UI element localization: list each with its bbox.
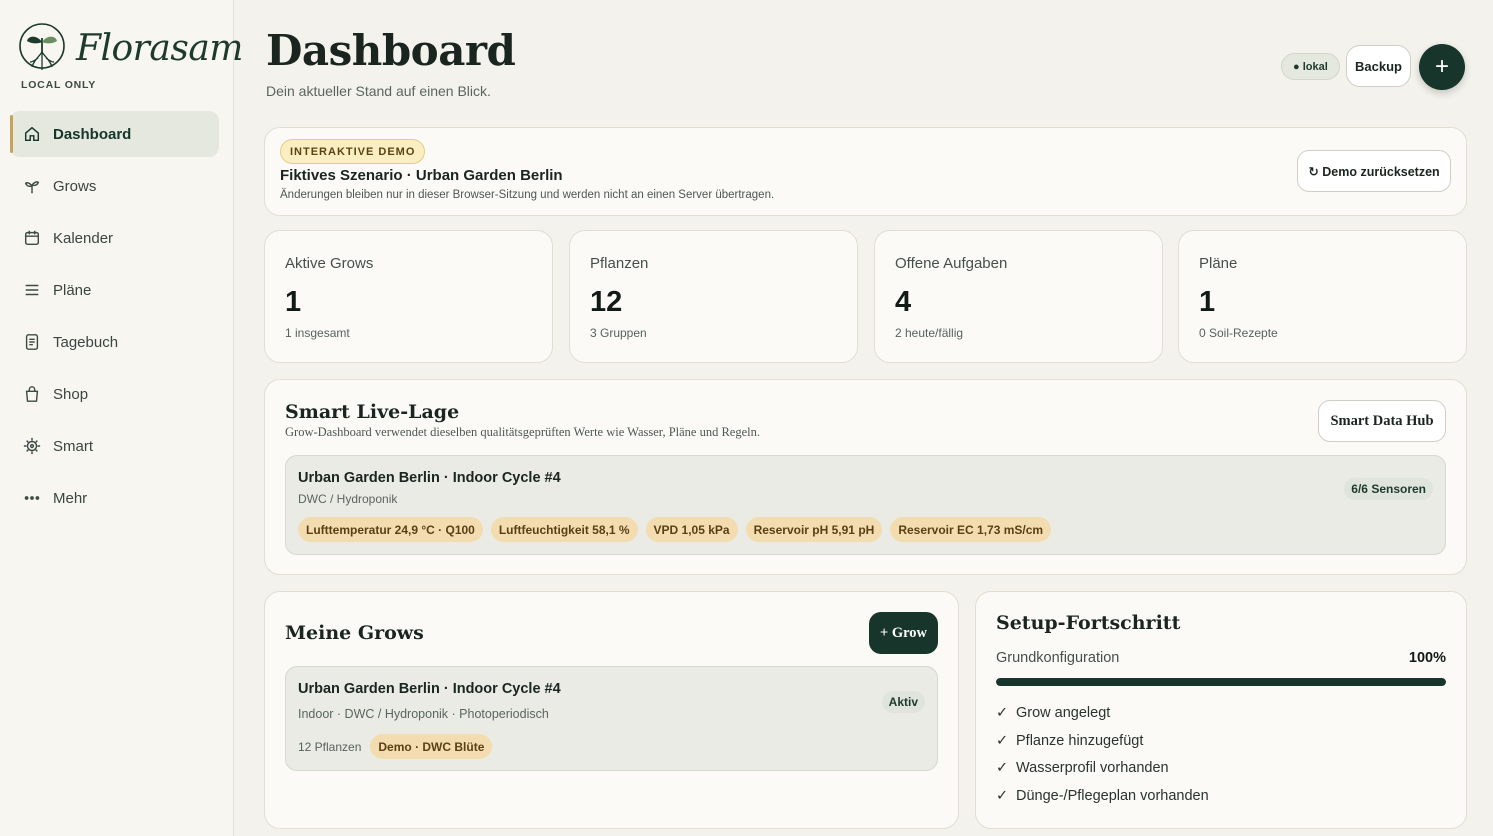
stat-label: Pläne	[1199, 255, 1238, 272]
shopping-bag-icon	[22, 384, 42, 404]
demo-badge: INTERAKTIVE DEMO	[280, 139, 426, 164]
sidebar-item-kalender[interactable]: Kalender	[10, 215, 219, 261]
stat-value: 1	[285, 286, 302, 318]
stat-sub: 3 Gruppen	[590, 326, 647, 340]
stat-value: 12	[590, 286, 623, 318]
stat-value: 4	[895, 286, 912, 318]
stat-card-active-grows[interactable]: Aktive Grows 1 1 insgesamt	[264, 230, 553, 363]
stat-label: Offene Aufgaben	[895, 255, 1008, 272]
backup-button[interactable]: Backup	[1346, 45, 1411, 87]
sidebar-item-plaene[interactable]: Pläne	[10, 267, 219, 313]
grow-list-item[interactable]: Urban Garden Berlin · Indoor Cycle #4 In…	[285, 666, 938, 771]
brand[interactable]: Florasam	[18, 22, 243, 74]
sidebar-item-label: Grows	[53, 177, 97, 195]
home-icon	[22, 124, 42, 144]
checklist-item: ✓ Pflanze hinzugefügt	[996, 727, 1209, 755]
sensor-chip: Reservoir EC 1,73 mS/cm	[890, 517, 1052, 542]
progress-percent: 100%	[1408, 650, 1446, 666]
stat-sub: 0 Soil-Rezepte	[1199, 326, 1278, 340]
notebook-icon	[22, 332, 42, 352]
stat-sub: 1 insgesamt	[285, 326, 350, 340]
sprout-icon	[22, 176, 42, 196]
sensor-chip: Reservoir pH 5,91 pH	[745, 517, 883, 542]
stat-value: 1	[1199, 286, 1216, 318]
section-description: Grow-Dashboard verwendet dieselben quali…	[285, 425, 760, 439]
page-title: Dashboard	[266, 26, 516, 75]
demo-banner: INTERAKTIVE DEMO Fiktives Szenario · Urb…	[264, 127, 1467, 216]
setup-progress-card: Setup-Fortschritt Grundkonfiguration 100…	[975, 591, 1467, 829]
checklist-item-label: Grow angelegt	[1016, 704, 1111, 721]
demo-text: Änderungen bleiben nur in dieser Browser…	[280, 189, 775, 201]
demo-title: Fiktives Szenario · Urban Garden Berlin	[280, 167, 563, 184]
stat-label: Pflanzen	[590, 255, 649, 272]
list-icon	[22, 280, 42, 300]
sidebar-item-label: Shop	[53, 385, 89, 403]
checklist-item-label: Dünge-/Pflegeplan vorhanden	[1016, 787, 1209, 804]
sidebar-item-label: Smart	[53, 437, 94, 455]
grow-title: Urban Garden Berlin · Indoor Cycle #4	[298, 470, 561, 486]
sidebar-item-tagebuch[interactable]: Tagebuch	[10, 319, 219, 365]
sidebar-item-dashboard[interactable]: Dashboard	[10, 111, 219, 157]
page-subtitle: Dein aktueller Stand auf einen Blick.	[266, 83, 491, 99]
status-badge: ● lokal	[1281, 53, 1340, 80]
stat-card-plans[interactable]: Pläne 1 0 Soil-Rezepte	[1178, 230, 1467, 363]
sensor-count-badge: 6/6 Sensoren	[1344, 478, 1433, 500]
grow-status-badge: Aktiv	[881, 691, 925, 713]
sidebar-item-label: Dashboard	[53, 125, 132, 143]
progress-bar-fill	[996, 678, 1446, 686]
setup-checklist: ✓ Grow angelegt ✓ Pflanze hinzugefügt ✓ Was…	[996, 699, 1209, 810]
florasam-logo-icon	[19, 23, 65, 70]
smart-live-card: Smart Live-Lage Grow-Dashboard verwendet…	[264, 379, 1467, 575]
sensor-chip: VPD 1,05 kPa	[645, 517, 738, 542]
checkmark-icon: ✓	[996, 787, 1009, 804]
sidebar-item-grows[interactable]: Grows	[10, 163, 219, 209]
add-button[interactable]: +	[1419, 44, 1465, 90]
sensor-chip: Lufttemperatur 24,9 °C · Q100	[298, 517, 483, 542]
sidebar-item-smart[interactable]: Smart	[10, 423, 219, 469]
grow-plant-count: 12 Pflanzen	[298, 739, 362, 754]
sensor-chips: Lufttemperatur 24,9 °C · Q100 Luftfeucht…	[298, 517, 1059, 542]
sidebar-item-label: Kalender	[53, 229, 114, 247]
more-dots-icon	[22, 488, 42, 508]
checkmark-icon: ✓	[996, 704, 1009, 721]
stat-sub: 2 heute/fällig	[895, 326, 964, 340]
stat-card-plants[interactable]: Pflanzen 12 3 Gruppen	[569, 230, 858, 363]
grow-details: 12 Pflanzen Demo · DWC Blüte	[298, 734, 500, 759]
grow-title: Urban Garden Berlin · Indoor Cycle #4	[298, 681, 561, 697]
checklist-item: ✓ Wasserprofil vorhanden	[996, 754, 1209, 782]
grow-plan-chip: Demo · DWC Blüte	[370, 734, 493, 759]
checklist-item: ✓ Grow angelegt	[996, 699, 1209, 727]
sidebar-item-label: Tagebuch	[53, 333, 119, 351]
grow-type: DWC / Hydroponik	[298, 492, 398, 506]
my-grows-card: Meine Grows + Grow Urban Garden Berlin ·…	[264, 591, 959, 829]
grow-meta: Indoor · DWC / Hydroponik · Photoperiodi…	[298, 707, 549, 721]
sidebar: Florasam LOCAL ONLY Dashboard Grows Kale…	[0, 0, 243, 836]
sensor-icon	[22, 436, 42, 456]
add-grow-button[interactable]: + Grow	[869, 612, 938, 654]
section-title: Setup-Fortschritt	[996, 612, 1181, 634]
brand-tagline: LOCAL ONLY	[21, 79, 97, 91]
progress-bar	[996, 678, 1446, 686]
stat-card-open-tasks[interactable]: Offene Aufgaben 4 2 heute/fällig	[874, 230, 1163, 363]
sensor-summary[interactable]: Urban Garden Berlin · Indoor Cycle #4 DW…	[285, 455, 1446, 555]
sidebar-nav: Dashboard Grows Kalender Pläne Tagebuch …	[10, 111, 219, 527]
checklist-item-label: Pflanze hinzugefügt	[1016, 732, 1144, 749]
sidebar-item-label: Mehr	[53, 489, 88, 507]
checklist-item: ✓ Dünge-/Pflegeplan vorhanden	[996, 782, 1209, 810]
section-title: Meine Grows	[285, 622, 424, 644]
checklist-item-label: Wasserprofil vorhanden	[1016, 760, 1169, 777]
calendar-icon	[22, 228, 42, 248]
stat-label: Aktive Grows	[285, 255, 374, 272]
section-title: Smart Live-Lage	[285, 401, 460, 423]
sensor-chip: Luftfeuchtigkeit 58,1 %	[490, 517, 638, 542]
sidebar-item-shop[interactable]: Shop	[10, 371, 219, 417]
checkmark-icon: ✓	[996, 732, 1009, 749]
progress-label: Grundkonfiguration	[996, 650, 1120, 666]
smart-data-hub-button[interactable]: Smart Data Hub	[1318, 400, 1446, 442]
sidebar-item-mehr[interactable]: Mehr	[10, 475, 219, 521]
sidebar-item-label: Pläne	[53, 281, 92, 299]
brand-name: Florasam	[76, 27, 243, 69]
reset-demo-button[interactable]: ↻ Demo zurücksetzen	[1297, 150, 1451, 192]
checkmark-icon: ✓	[996, 760, 1009, 777]
